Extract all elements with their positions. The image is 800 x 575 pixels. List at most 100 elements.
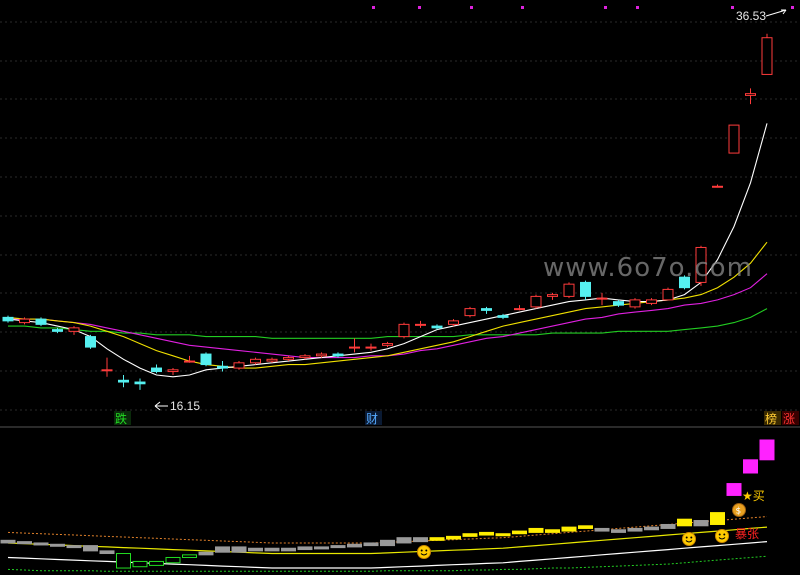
candle xyxy=(68,326,80,335)
indicator-bar xyxy=(396,537,412,544)
indicator-bar xyxy=(462,533,478,537)
surge-label: 暴张 xyxy=(735,527,759,541)
buy-label: ★买 xyxy=(742,489,765,503)
candle xyxy=(35,317,47,327)
marker-dot xyxy=(636,6,639,9)
candle-body xyxy=(85,336,96,348)
indicator-bar xyxy=(149,560,164,566)
candle-body xyxy=(464,308,476,317)
low-value-label: 16.15 xyxy=(170,399,200,413)
indicator-bar xyxy=(528,527,544,533)
candle-body xyxy=(35,318,47,325)
indicator-bar xyxy=(677,518,692,527)
candle-body xyxy=(217,365,228,369)
rise-label: 涨 xyxy=(783,411,795,426)
indicator-bar xyxy=(578,525,593,529)
indicator-bar xyxy=(99,550,115,555)
candle xyxy=(184,355,195,363)
indicator-bar xyxy=(512,530,527,535)
candle xyxy=(2,315,14,323)
smiley-eye xyxy=(723,533,726,536)
candle-body xyxy=(481,308,492,311)
high-arrow xyxy=(765,9,787,17)
candle xyxy=(481,306,492,314)
smiley-icon xyxy=(715,529,729,543)
marker-dot xyxy=(604,6,607,9)
indicator-bar xyxy=(363,542,379,547)
smiley-eye xyxy=(685,536,688,539)
indicator-bar xyxy=(116,553,131,569)
indicator-bar xyxy=(611,529,626,533)
candle-body xyxy=(233,362,245,369)
price-grid-lines xyxy=(0,21,800,411)
candle-body xyxy=(398,323,410,338)
finance-label: 财 xyxy=(366,412,378,426)
candle-body xyxy=(580,281,591,297)
candle-body xyxy=(184,360,195,363)
candle xyxy=(728,124,740,154)
candle xyxy=(167,368,179,376)
candle-body xyxy=(530,295,542,308)
candle-body xyxy=(52,329,63,332)
candle xyxy=(761,33,773,75)
indicator-bar xyxy=(726,483,742,496)
marker-dot xyxy=(791,6,794,9)
indicator-bar xyxy=(297,546,313,551)
candle-body xyxy=(563,283,575,297)
indicator-bar xyxy=(545,529,560,533)
smiley-face xyxy=(715,529,729,543)
marker-dot xyxy=(731,6,734,9)
smiley-icon xyxy=(417,545,431,559)
smiley-eye xyxy=(718,533,721,536)
candle xyxy=(365,343,377,351)
rank-label: 榜 xyxy=(765,411,777,426)
indicator-bars xyxy=(0,439,775,569)
candle-body xyxy=(662,288,674,301)
candle-body xyxy=(613,301,624,306)
candle xyxy=(662,287,674,301)
indicator-bar xyxy=(446,535,461,540)
indicator-bar xyxy=(594,527,610,532)
indicator-bar xyxy=(330,545,346,549)
candle xyxy=(712,184,723,188)
marker-dot xyxy=(470,6,473,9)
candle-body xyxy=(745,93,756,96)
money-bag-icon: $ xyxy=(732,503,746,517)
ma5-line xyxy=(7,123,768,378)
high-value-label: 36.53 xyxy=(736,9,766,23)
candle xyxy=(514,305,525,311)
candle xyxy=(332,352,344,358)
fall-label: 跌 xyxy=(115,411,127,426)
candle xyxy=(580,280,591,300)
candle-body xyxy=(514,308,525,311)
marker-dot xyxy=(521,6,524,9)
candle xyxy=(596,292,608,306)
candle-body xyxy=(68,327,80,332)
indicator-bar xyxy=(314,546,329,550)
candle xyxy=(398,322,410,339)
smiley-icon xyxy=(682,532,696,546)
candle-body xyxy=(382,343,393,346)
marker-dot xyxy=(418,6,421,9)
indicator-bar xyxy=(83,545,98,552)
candle xyxy=(547,292,558,300)
candle xyxy=(233,361,245,370)
candle xyxy=(745,88,756,105)
candle xyxy=(101,357,113,377)
candle xyxy=(250,357,261,365)
indicator-bar xyxy=(281,547,296,552)
candle-body xyxy=(415,323,426,326)
watermark-text: www.6o7o.com xyxy=(543,253,753,283)
candle xyxy=(646,298,657,306)
candle-body xyxy=(118,379,129,383)
indicator-bar xyxy=(479,531,494,536)
indicator-bar xyxy=(182,554,197,558)
indicator-bar xyxy=(231,546,247,553)
indicator-bar xyxy=(759,439,775,461)
candle-body xyxy=(151,367,162,373)
candle-body xyxy=(728,124,740,154)
indicator-bar xyxy=(215,546,230,553)
candle xyxy=(530,294,542,309)
candle-body xyxy=(547,294,558,297)
indicator-bar xyxy=(380,539,395,547)
